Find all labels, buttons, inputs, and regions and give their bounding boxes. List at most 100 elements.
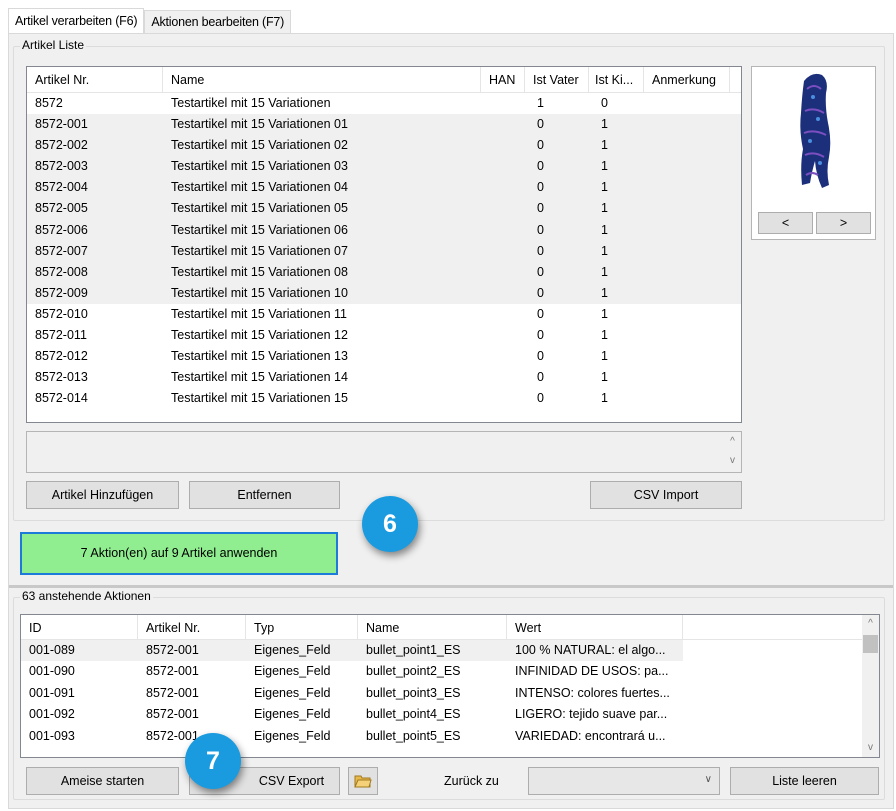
splitter[interactable]	[9, 585, 893, 588]
column-header-ist-kind[interactable]: Ist Ki...	[589, 67, 644, 92]
csv-import-button[interactable]: CSV Import	[590, 481, 742, 509]
table-cell-note	[644, 325, 730, 346]
table-cell-han	[481, 156, 525, 177]
folder-icon	[354, 775, 372, 788]
scroll-up-icon[interactable]: ^	[724, 436, 741, 448]
table-cell-han	[481, 241, 525, 262]
table-cell-vater: 1	[537, 96, 544, 110]
table-cell-vater: 0	[537, 370, 544, 385]
table-cell-note	[644, 367, 730, 388]
table-row[interactable]: 8572-012 Testartikel mit 15 Variationen 1…	[27, 346, 741, 367]
table-row[interactable]: 8572-006 Testartikel mit 15 Variationen 0…	[27, 219, 741, 241]
list-cell-id: 001-092	[29, 707, 75, 722]
list-item[interactable]: 001-089 8572-001 Eigenes_Feld bullet_point1…	[21, 640, 683, 662]
table-cell-vater: 0	[537, 264, 544, 279]
column-header-name-2[interactable]: Name	[358, 615, 507, 639]
table-row[interactable]: 8572-010 Testartikel mit 15 Variationen 1…	[27, 304, 741, 325]
column-header-artikel-nr[interactable]: Artikel Nr.	[27, 67, 163, 92]
table-cell-nr: 8572-007	[35, 243, 88, 258]
column-header-anmerkung[interactable]: Anmerkung	[644, 67, 730, 92]
add-article-button[interactable]: Artikel Hinzufügen	[26, 481, 179, 509]
product-image	[800, 73, 831, 188]
table-cell-nr: 8572-013	[35, 370, 88, 385]
table-cell-nr: 8572-011	[35, 328, 87, 343]
table-row[interactable]: 8572 Testartikel mit 15 Variationen 1 0	[27, 93, 741, 114]
column-header-id[interactable]: ID	[21, 615, 138, 639]
column-header-ist-vater[interactable]: Ist Vater	[525, 67, 589, 92]
scroll-up-icon-2[interactable]: ^	[862, 618, 879, 630]
table-row[interactable]: 8572-008 Testartikel mit 15 Variationen 0…	[27, 261, 741, 283]
table-cell-name: Testartikel mit 15 Variationen 06	[171, 222, 348, 237]
tab-artikel-verarbeiten[interactable]: Artikel verarbeiten (F6)	[8, 8, 145, 34]
list-cell-id: 001-091	[29, 685, 75, 700]
table-cell-kind: 1	[601, 117, 608, 132]
column-header-name[interactable]: Name	[163, 67, 481, 92]
list-item[interactable]: 001-091 8572-001 Eigenes_Feld bullet_point3…	[21, 683, 879, 704]
table-cell-nr: 8572-001	[35, 117, 88, 132]
table-cell-nr: 8572	[35, 96, 63, 110]
scroll-down-icon-2[interactable]: v	[862, 742, 879, 754]
table-cell-vater: 0	[537, 222, 544, 237]
table-row[interactable]: 8572-003 Testartikel mit 15 Variationen 0…	[27, 156, 741, 178]
table-cell-han	[481, 388, 525, 409]
info-textbox-scrollbar[interactable]: ^ v	[724, 432, 741, 472]
tab-aktionen-bearbeiten[interactable]: Aktionen bearbeiten (F7)	[144, 10, 292, 34]
column-header-wert[interactable]: Wert	[507, 615, 683, 639]
table-row[interactable]: 8572-009 Testartikel mit 15 Variationen 1…	[27, 282, 741, 304]
table-cell-note	[644, 135, 730, 156]
apply-actions-button[interactable]: 7 Aktion(en) auf 9 Artikel anwenden	[20, 532, 338, 575]
list-item[interactable]: 001-092 8572-001 Eigenes_Feld bullet_point4…	[21, 704, 879, 725]
table-cell-vater: 0	[537, 391, 544, 406]
table-cell-vater: 0	[537, 117, 544, 132]
back-to-label: Zurück zu	[444, 774, 499, 788]
table-row[interactable]: 8572-014 Testartikel mit 15 Variationen 1…	[27, 388, 741, 409]
list-cell-id: 001-093	[29, 728, 75, 743]
table-cell-vater: 0	[537, 349, 544, 364]
table-row[interactable]: 8572-001 Testartikel mit 15 Variationen 0…	[27, 114, 741, 136]
column-header-typ[interactable]: Typ	[246, 615, 358, 639]
pending-actions-header: ID Artikel Nr. Typ Name Wert	[21, 615, 879, 640]
info-textbox[interactable]: ^ v	[26, 431, 742, 473]
table-row[interactable]: 8572-004 Testartikel mit 15 Variationen 0…	[27, 177, 741, 199]
table-cell-nr: 8572-004	[35, 180, 88, 195]
list-cell-name: bullet_point2_ES	[366, 664, 461, 679]
image-next-button[interactable]: >	[816, 212, 871, 234]
pending-actions-group: 63 anstehende Aktionen ID Artikel Nr. Ty…	[13, 589, 885, 800]
table-row[interactable]: 8572-013 Testartikel mit 15 Variationen 1…	[27, 367, 741, 388]
table-cell-han	[481, 177, 525, 198]
table-cell-vater: 0	[537, 159, 544, 174]
column-header-han[interactable]: HAN	[481, 67, 525, 92]
table-cell-han	[481, 367, 525, 388]
table-row[interactable]: 8572-011 Testartikel mit 15 Variationen 1…	[27, 325, 741, 346]
table-row[interactable]: 8572-007 Testartikel mit 15 Variationen 0…	[27, 240, 741, 262]
column-header-artikel-nr-2[interactable]: Artikel Nr.	[138, 615, 246, 639]
remove-button[interactable]: Entfernen	[189, 481, 340, 509]
open-folder-button[interactable]	[348, 767, 378, 795]
table-cell-nr: 8572-014	[35, 391, 88, 406]
scroll-down-icon[interactable]: v	[724, 455, 741, 467]
table-cell-nr: 8572-010	[35, 306, 88, 321]
table-cell-kind: 1	[601, 201, 608, 216]
list-cell-name: bullet_point1_ES	[366, 643, 461, 657]
clear-list-button[interactable]: Liste leeren	[730, 767, 879, 795]
table-cell-vater: 0	[537, 201, 544, 216]
table-cell-name: Testartikel mit 15 Variationen 02	[171, 138, 348, 153]
table-row[interactable]: 8572-005 Testartikel mit 15 Variationen 0…	[27, 198, 741, 220]
list-item[interactable]: 001-090 8572-001 Eigenes_Feld bullet_point2…	[21, 661, 879, 682]
list-cell-nr: 8572-001	[146, 685, 199, 700]
pending-row-partial	[21, 747, 879, 753]
scroll-thumb[interactable]	[863, 635, 878, 653]
article-list-view[interactable]: Artikel Nr. Name HAN Ist Vater Ist Ki...…	[26, 66, 742, 423]
table-cell-nr: 8572-008	[35, 264, 88, 279]
list-cell-id: 001-089	[29, 643, 75, 657]
image-prev-button[interactable]: <	[758, 212, 813, 234]
table-row[interactable]: 8572-002 Testartikel mit 15 Variationen 0…	[27, 135, 741, 157]
table-cell-note	[644, 114, 730, 135]
start-ant-button[interactable]: Ameise starten	[26, 767, 179, 795]
table-cell-vater: 0	[537, 138, 544, 153]
pending-scrollbar[interactable]: ^ v	[862, 615, 879, 757]
back-to-combobox[interactable]: ∨	[528, 767, 720, 795]
list-item[interactable]: 001-093 8572-001 Eigenes_Feld bullet_point5…	[21, 726, 879, 747]
pending-actions-list[interactable]: ID Artikel Nr. Typ Name Wert 001-089 8572…	[20, 614, 880, 758]
table-cell-note	[644, 177, 730, 198]
